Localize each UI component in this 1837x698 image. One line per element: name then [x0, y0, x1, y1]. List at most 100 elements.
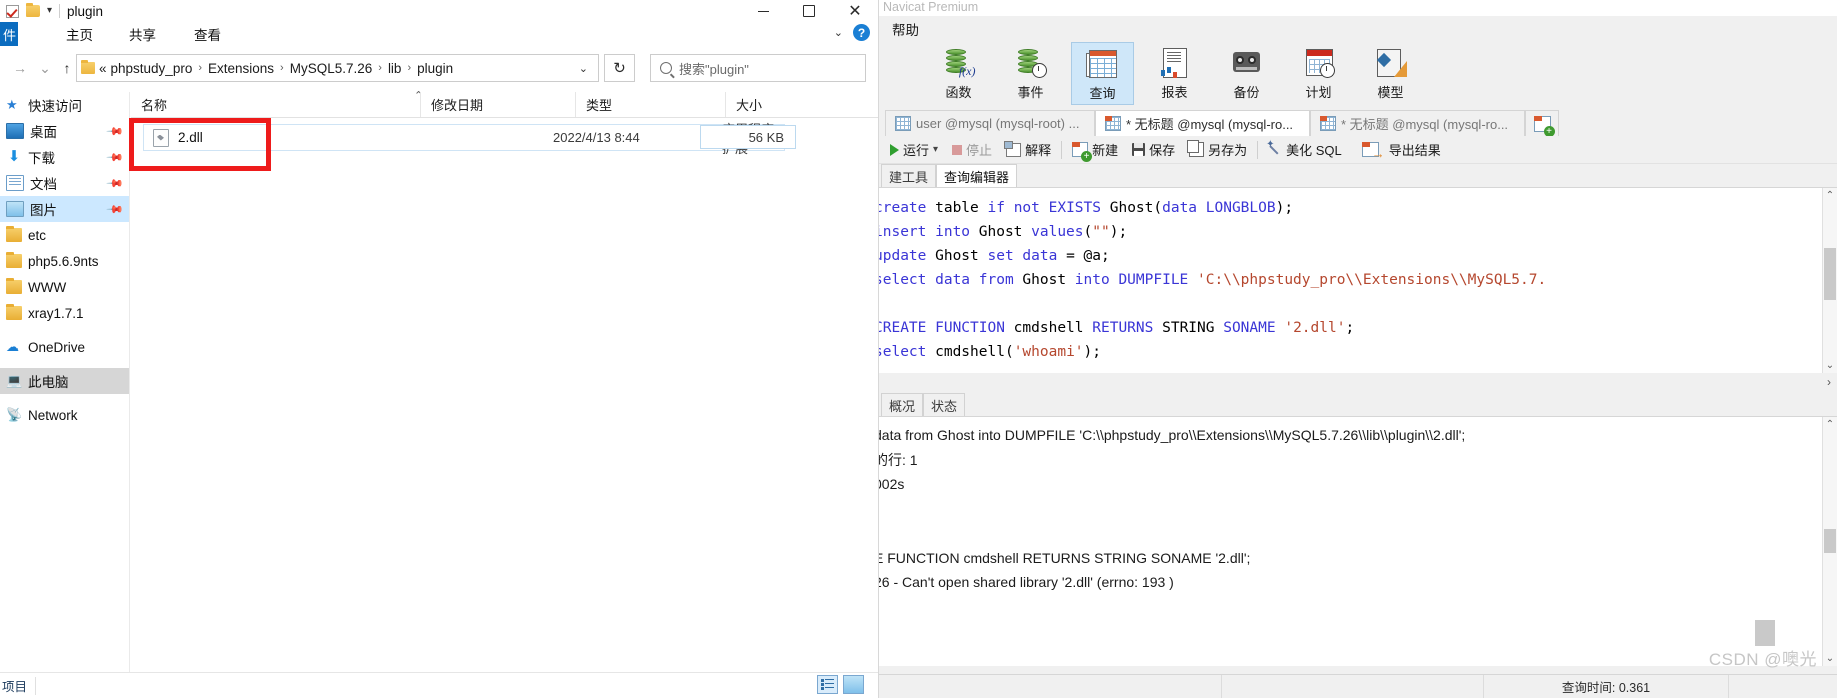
chevron-down-icon[interactable]: ⌄ [834, 26, 843, 39]
beautify-sql-button[interactable]: 美化 SQL [1261, 139, 1349, 159]
file-list-view[interactable]: 2.dll 2022/4/13 8:44 应用程序扩展 [131, 118, 878, 672]
tab-untitled-query-1[interactable]: * 无标题 @mysql (mysql-ro... [1095, 110, 1310, 136]
message-output-pane[interactable]: data from Ghost into DUMPFILE 'C:\\phpst… [879, 417, 1837, 666]
scrollbar-thumb[interactable] [1824, 248, 1836, 300]
save-as-button[interactable]: 另存为 [1182, 140, 1254, 159]
sql-code-text[interactable]: create table if not EXISTS Ghost(data LO… [879, 196, 1814, 364]
scroll-down-icon[interactable]: ⌄ [1823, 358, 1837, 373]
scroll-up-icon[interactable]: ⌃ [1823, 188, 1837, 203]
stop-button[interactable]: 停止 [945, 140, 999, 159]
sidebar-item-xray[interactable]: xray1.7.1 [0, 300, 129, 326]
screenshot-root: ▾ plugin ✕ 件 主页 共享 查看 ⌄ ? → ⌄ ↑ « phpstu… [0, 0, 1837, 698]
toolbar-button-report[interactable]: 报表 [1143, 42, 1206, 105]
sidebar-item-desktop[interactable]: 桌面 📌 [0, 118, 129, 144]
ribbon-tab-share[interactable]: 共享 [129, 22, 156, 46]
query-time-label: 查询时间: 0.361 [1484, 675, 1729, 698]
editor-vertical-scrollbar[interactable]: ⌃ ⌄ [1822, 188, 1837, 373]
ribbon-tab-view[interactable]: 查看 [194, 22, 221, 46]
search-box[interactable]: 搜索"plugin" [650, 54, 866, 82]
tab-query-builder[interactable]: 建工具 [881, 164, 937, 187]
tab-user-table[interactable]: user @mysql (mysql-root) ... [885, 110, 1095, 136]
new-button[interactable]: 新建 [1065, 140, 1125, 162]
up-button[interactable]: ↑ [57, 58, 77, 78]
column-header-type[interactable]: 类型 [575, 92, 725, 117]
sidebar-item-label: xray1.7.1 [28, 305, 84, 321]
maximize-icon [803, 5, 815, 17]
column-header-date[interactable]: 修改日期 [420, 92, 575, 117]
sql-token: = @a; [1057, 248, 1110, 264]
editor-horizontal-scrollbar[interactable]: › [879, 373, 1837, 394]
chevron-down-icon[interactable]: ▾ [47, 6, 52, 16]
scroll-up-icon[interactable]: ⌃ [1823, 417, 1837, 432]
sidebar-item-network[interactable]: 📡 Network [0, 402, 129, 428]
chevron-down-icon[interactable]: ▾ [933, 144, 938, 155]
breadcrumb-item-2[interactable]: Extensions [207, 61, 275, 76]
scroll-down-icon[interactable]: ⌄ [1823, 651, 1837, 666]
address-bar[interactable]: « phpstudy_pro › Extensions › MySQL5.7.2… [76, 54, 599, 82]
new-query-tab-button[interactable] [1525, 110, 1559, 137]
export-result-button[interactable]: 导出结果 [1355, 140, 1448, 160]
tab-query-editor[interactable]: 查询编辑器 [936, 164, 1018, 187]
breadcrumb-separator[interactable]: › [402, 62, 416, 74]
toolbar-button-model[interactable]: 模型 [1359, 42, 1422, 105]
chevron-down-icon[interactable]: ⌄ [579, 62, 594, 75]
minimize-icon [757, 10, 769, 12]
table-icon [895, 116, 911, 131]
sidebar-item-php569nts[interactable]: php5.6.9nts [0, 248, 129, 274]
recent-locations-button[interactable]: ⌄ [35, 58, 55, 78]
message-line [879, 521, 1804, 546]
sidebar-item-onedrive[interactable]: ☁ OneDrive [0, 334, 129, 360]
toolbar-button-query[interactable]: 查询 [1071, 42, 1134, 105]
toolbar-label: 事件 [1017, 85, 1044, 100]
toolbar-button-event[interactable]: 事件 [999, 42, 1062, 105]
forward-button[interactable]: → [10, 58, 30, 78]
breadcrumb-item-4[interactable]: lib [387, 61, 403, 76]
toolbar-button-backup[interactable]: 备份 [1215, 42, 1278, 105]
navicat-window: Navicat Premium 帮助 f(x) 函数 事件 查询 报表 备份 计… [879, 0, 1837, 698]
tab-status[interactable]: 状态 [923, 393, 966, 416]
close-button[interactable]: ✕ [832, 0, 878, 22]
ribbon-tab-home[interactable]: 主页 [66, 22, 93, 46]
message-vertical-scrollbar[interactable]: ⌃ ⌄ [1822, 417, 1837, 666]
sidebar-item-documents[interactable]: 文档 📌 [0, 170, 129, 196]
sidebar-item-etc[interactable]: etc [0, 222, 129, 248]
scroll-right-icon[interactable]: › [1827, 375, 1831, 389]
breadcrumb-overflow[interactable]: « [99, 61, 110, 76]
explain-button[interactable]: 解释 [999, 140, 1058, 159]
maximize-button[interactable] [786, 0, 832, 22]
save-button[interactable]: 保存 [1125, 140, 1182, 159]
sidebar-item-this-pc[interactable]: 💻 此电脑 [0, 368, 129, 394]
breadcrumb-separator[interactable]: › [373, 62, 387, 74]
sidebar-item-www[interactable]: WWW [0, 274, 129, 300]
details-view-icon[interactable] [817, 675, 838, 694]
breadcrumb-item-5[interactable]: plugin [416, 61, 454, 76]
minimize-button[interactable] [740, 0, 786, 22]
column-header-name[interactable]: 名称 [131, 92, 420, 117]
sidebar-item-pictures[interactable]: 图片 📌 [0, 196, 129, 222]
breadcrumb-item-1[interactable]: phpstudy_pro [110, 61, 194, 76]
breadcrumb-item-3[interactable]: MySQL5.7.26 [289, 61, 374, 76]
toolbar-button-schedule[interactable]: 计划 [1287, 42, 1350, 105]
column-header-size[interactable]: 大小 [725, 92, 825, 117]
table-row[interactable]: 2.dll 2022/4/13 8:44 应用程序扩展 [143, 122, 785, 156]
tab-untitled-query-2[interactable]: * 无标题 @mysql (mysql-ro... [1310, 110, 1525, 136]
menu-item-help[interactable]: 帮助 [885, 19, 926, 39]
large-icons-view-icon[interactable] [843, 675, 864, 694]
sidebar-item-downloads[interactable]: ⬇ 下载 📌 [0, 144, 129, 170]
breadcrumb-separator[interactable]: › [275, 62, 289, 74]
search-input[interactable]: 搜索"plugin" [679, 59, 749, 78]
file-menu-button[interactable]: 件 [0, 22, 18, 46]
tab-overview[interactable]: 概况 [881, 393, 924, 416]
sql-line: insert into Ghost values(""); [879, 220, 1814, 244]
sql-editor[interactable]: create table if not EXISTS Ghost(data LO… [879, 188, 1837, 374]
scrollbar-thumb[interactable] [1824, 529, 1836, 553]
help-icon[interactable]: ? [853, 24, 870, 41]
run-button[interactable]: 运行 ▾ [883, 140, 945, 159]
sidebar-item-quick-access[interactable]: ★ 快速访问 [0, 92, 129, 118]
refresh-button[interactable]: ↻ [604, 54, 635, 82]
breadcrumb-separator[interactable]: › [193, 62, 207, 74]
sidebar-item-label: Network [28, 407, 78, 423]
quick-access-toolbar-checkbox[interactable] [6, 4, 19, 18]
divider [1061, 140, 1063, 159]
toolbar-button-function[interactable]: f(x) 函数 [927, 42, 990, 105]
